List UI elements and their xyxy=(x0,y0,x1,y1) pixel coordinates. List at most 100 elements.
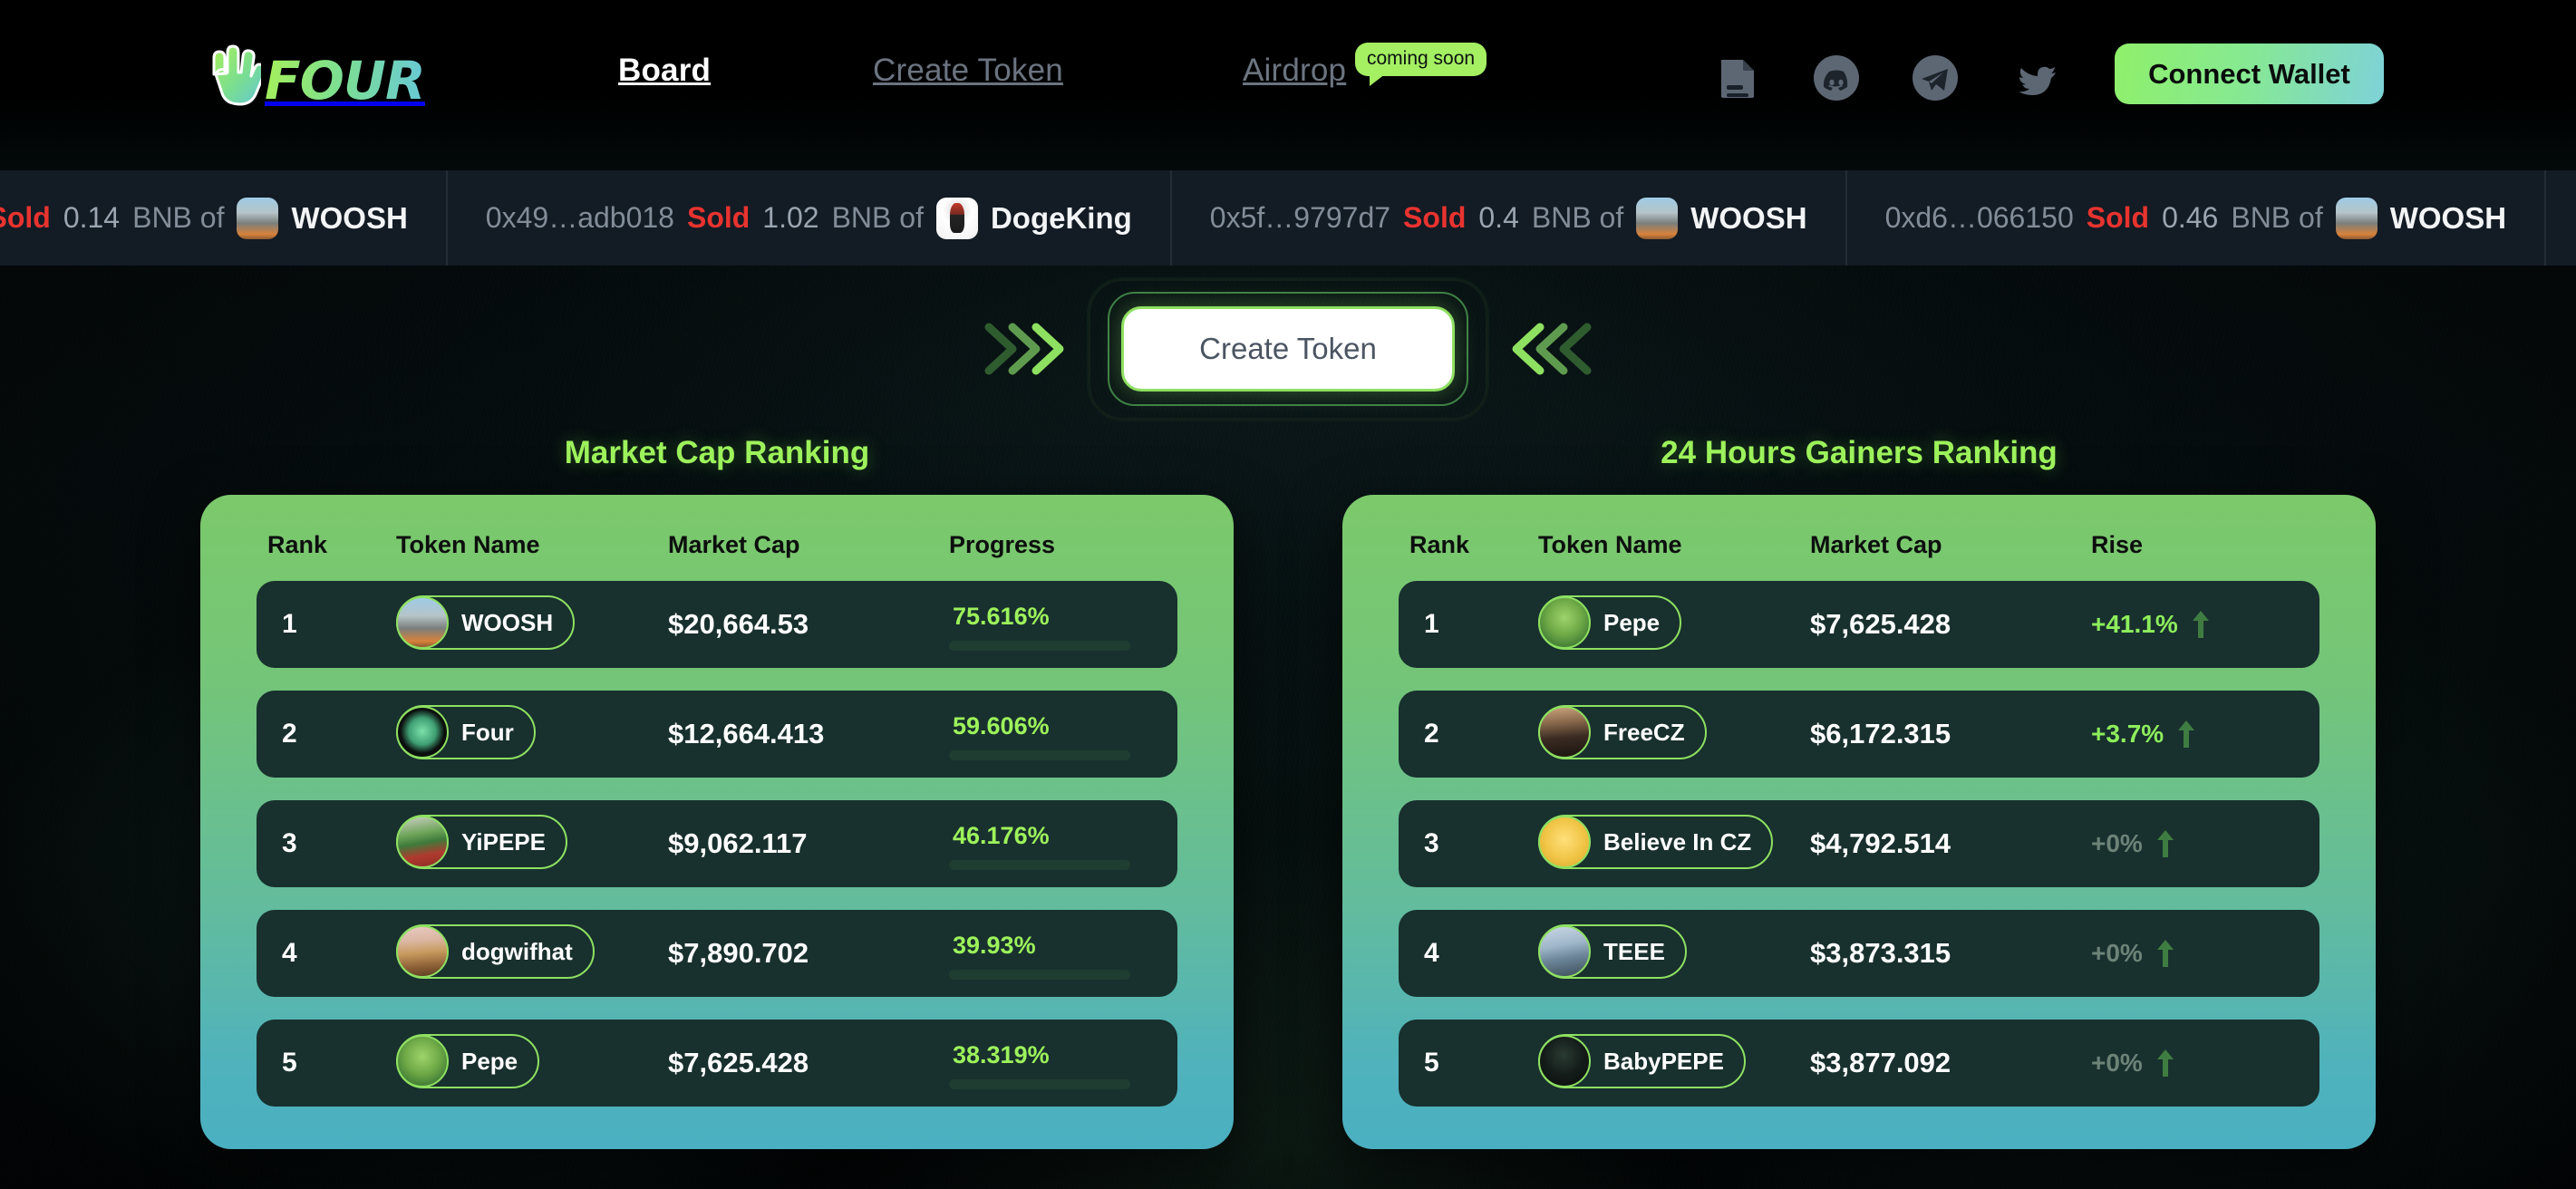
table-row[interactable]: 4 dogwifhat $7,890.702 39.93% xyxy=(257,910,1177,997)
table-row[interactable]: 2 FreeCZ $6,172.315 +3.7% xyxy=(1399,691,2319,778)
row-rank: 5 xyxy=(1424,1048,1439,1078)
row-token[interactable]: Pepe xyxy=(396,1034,668,1092)
column-header: Rise xyxy=(2091,531,2144,558)
table-row[interactable]: 5 BabyPEPE $3,877.092 +0% xyxy=(1399,1020,2319,1107)
row-progress: 75.616% xyxy=(949,599,1167,651)
rise-value: +0% xyxy=(2091,1049,2143,1077)
telegram-glyph xyxy=(1913,55,1958,101)
connect-wallet-button[interactable]: Connect Wallet xyxy=(2115,44,2384,104)
row-token[interactable]: Believe In CZ xyxy=(1538,815,1810,873)
token-pill[interactable]: Four xyxy=(396,705,536,759)
table-row[interactable]: 3 YiPEPE $9,062.117 46.176% xyxy=(257,800,1177,887)
ticker-amount: 0.4 xyxy=(1478,201,1519,234)
ranking-title: Market Cap Ranking xyxy=(564,435,870,470)
token-avatar xyxy=(1538,925,1591,978)
table-row[interactable]: 1 WOOSH $20,664.53 75.616% xyxy=(257,581,1177,668)
ticker-token-name: WOOSH xyxy=(2389,200,2507,235)
table-row[interactable]: 5 Pepe $7,625.428 38.319% xyxy=(257,1020,1177,1107)
table-row[interactable]: 2 Four $12,664.413 59.606% xyxy=(257,691,1177,778)
ticker-action: Sold xyxy=(0,201,51,234)
row-token[interactable]: TEEE xyxy=(1538,924,1810,982)
token-name: TEEE xyxy=(1603,937,1665,965)
ticker-item[interactable]: 0x76…1 xyxy=(2546,170,2576,266)
ranking-header-row: Rank Token Name Market Cap Rise xyxy=(1399,531,2319,581)
token-pill[interactable]: TEEE xyxy=(1538,924,1687,979)
ticker-currency: BNB of xyxy=(132,201,225,234)
arrow-up-icon xyxy=(2178,720,2195,748)
telegram-icon[interactable] xyxy=(1910,53,1961,103)
progress-percent: 75.616% xyxy=(953,602,1050,630)
token-pill[interactable]: Pepe xyxy=(396,1034,540,1088)
table-row[interactable]: 3 Believe In CZ $4,792.514 +0% xyxy=(1399,800,2319,887)
nav-item-board[interactable]: Board xyxy=(618,53,711,89)
ranking-card: Rank Token Name Market Cap Rise 1 Pepe $7,625.… xyxy=(1342,495,2376,1149)
progress-percent: 39.93% xyxy=(953,931,1036,959)
row-market-cap: $4,792.514 xyxy=(1810,827,1951,859)
logo[interactable]: FOUR xyxy=(201,44,426,118)
token-name: Pepe xyxy=(1603,608,1661,636)
token-pill[interactable]: Believe In CZ xyxy=(1538,815,1774,869)
column-header: Rank xyxy=(267,531,328,558)
nav-item-create-token[interactable]: Create Token xyxy=(873,53,1063,89)
nav-item-airdrop[interactable]: Airdrop xyxy=(1243,53,1346,89)
row-token[interactable]: FreeCZ xyxy=(1538,705,1810,763)
row-token[interactable]: Pepe xyxy=(1538,595,1810,653)
row-token[interactable]: BabyPEPE xyxy=(1538,1034,1810,1092)
arrow-up-icon xyxy=(2156,830,2174,857)
row-token[interactable]: WOOSH xyxy=(396,595,668,653)
trade-ticker[interactable]: …e7cfSold0.14BNB ofWOOSH0x49…adb018Sold1… xyxy=(0,170,2576,266)
row-token[interactable]: dogwifhat xyxy=(396,924,668,982)
token-name: YiPEPE xyxy=(461,827,546,856)
row-progress: 38.319% xyxy=(949,1038,1167,1089)
create-token-button[interactable]: Create Token xyxy=(1121,306,1455,392)
column-header: Token Name xyxy=(396,531,540,558)
ticker-item[interactable]: …e7cfSold0.14BNB ofWOOSH xyxy=(0,170,448,266)
token-name: WOOSH xyxy=(461,608,554,636)
table-row[interactable]: 1 Pepe $7,625.428 +41.1% xyxy=(1399,581,2319,668)
discord-glyph xyxy=(1814,55,1859,101)
token-pill[interactable]: BabyPEPE xyxy=(1538,1034,1746,1088)
progress-percent: 46.176% xyxy=(953,821,1050,849)
table-row[interactable]: 4 TEEE $3,873.315 +0% xyxy=(1399,910,2319,997)
ticker-address: 0xd6…066150 xyxy=(1884,201,2074,234)
ticker-item[interactable]: 0x5f…9797d7 Sold 0.4 BNB of WOOSH xyxy=(1172,170,1847,266)
logo-text: FOUR xyxy=(265,50,426,111)
discord-icon[interactable] xyxy=(1811,53,1862,103)
ticker-currency: BNB of xyxy=(831,201,924,234)
create-token-inner-ring: Create Token xyxy=(1108,292,1468,406)
column-header: Token Name xyxy=(1538,531,1682,558)
token-pill[interactable]: WOOSH xyxy=(396,595,576,650)
ticker-address: 0x5f…9797d7 xyxy=(1209,201,1391,234)
ticker-item[interactable]: 0xd6…066150 Sold 0.46 BNB of WOOSH xyxy=(1847,170,2547,266)
ticker-token-avatar xyxy=(2335,197,2377,239)
token-pill[interactable]: FreeCZ xyxy=(1538,705,1707,759)
token-avatar xyxy=(396,816,449,868)
row-market-cap: $6,172.315 xyxy=(1810,718,1951,749)
token-pill[interactable]: YiPEPE xyxy=(396,815,567,869)
token-pill[interactable]: Pepe xyxy=(1538,595,1682,650)
token-avatar xyxy=(396,706,449,759)
ticker-token-avatar xyxy=(935,197,978,239)
ticker-amount: 1.02 xyxy=(762,201,819,234)
twitter-icon[interactable] xyxy=(2009,53,2059,103)
document-icon[interactable] xyxy=(1712,53,1763,103)
token-avatar xyxy=(1538,596,1591,649)
row-token[interactable]: Four xyxy=(396,705,668,763)
row-market-cap: $7,625.428 xyxy=(668,1047,809,1078)
rise-value: +3.7% xyxy=(2091,720,2164,748)
ticker-token-name: WOOSH xyxy=(1690,200,1807,235)
arrow-up-icon xyxy=(2156,1049,2174,1077)
row-market-cap: $3,877.092 xyxy=(1810,1047,1951,1078)
token-pill[interactable]: dogwifhat xyxy=(396,924,595,979)
column-header: Market Cap xyxy=(668,531,800,558)
progress-track xyxy=(949,859,1130,870)
ticker-item[interactable]: 0x49…adb018 Sold 1.02 BNB of DogeKing xyxy=(448,170,1172,266)
row-token[interactable]: YiPEPE xyxy=(396,815,668,873)
progress-track xyxy=(949,640,1130,651)
arrow-up-icon xyxy=(2192,611,2209,638)
token-avatar xyxy=(1538,816,1591,868)
row-market-cap: $9,062.117 xyxy=(668,827,808,859)
row-rise: +0% xyxy=(2091,938,2309,969)
row-rank: 4 xyxy=(282,938,297,968)
row-rank: 4 xyxy=(1424,938,1439,968)
